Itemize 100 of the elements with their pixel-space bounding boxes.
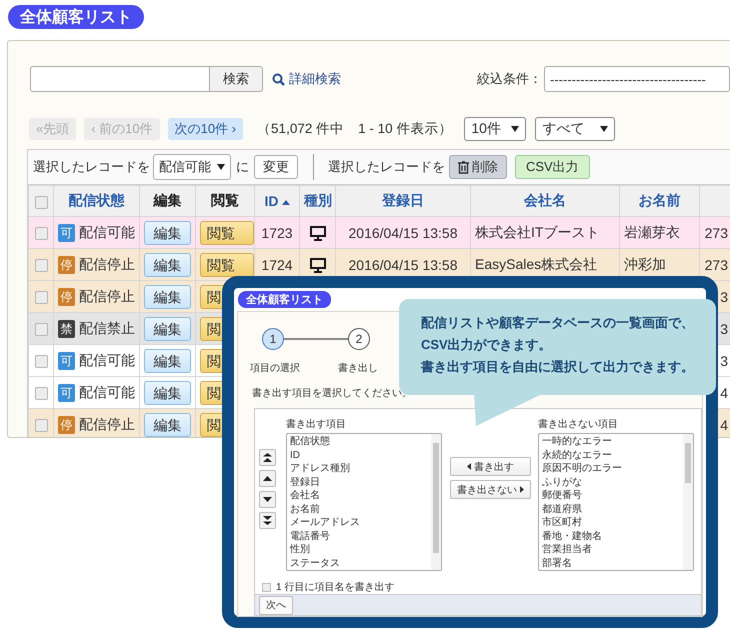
trash-icon (458, 160, 469, 174)
list-item[interactable]: 永続的なエラー (542, 448, 680, 462)
company-cell: EasySales株式会社 (475, 256, 598, 272)
edit-button[interactable]: 編集 (144, 380, 191, 404)
checkbox[interactable] (34, 196, 48, 209)
page-button[interactable]: 次の10件 › (168, 118, 244, 140)
checkbox[interactable] (34, 227, 48, 240)
status-badge: 停 (58, 416, 75, 434)
name-cell: 岩瀬芽衣 (624, 224, 680, 240)
order-button[interactable] (259, 491, 276, 508)
edit-button[interactable]: 編集 (144, 220, 191, 244)
id-cell: 1723 (261, 224, 293, 240)
step-circle: 1 (262, 328, 284, 350)
checkbox[interactable] (34, 355, 48, 368)
callout-text: 配信リストや顧客データベースの一覧画面で、 CSV出力ができます。 書き出す項目を自由に選択して出力できます。 (421, 314, 695, 376)
particle-text: に (236, 158, 249, 176)
column-header[interactable]: お名前 (620, 186, 700, 216)
list-item[interactable]: 性別 (290, 543, 428, 556)
checkbox-label: 1 行目に項目名を書き出す (276, 580, 394, 594)
status-select[interactable]: 配信可能 (153, 154, 231, 180)
column-header[interactable]: 会社名 (470, 186, 620, 216)
list-item[interactable]: ステータス (290, 556, 428, 570)
bulk-label: 選択したレコードを (328, 158, 445, 176)
change-button[interactable]: 変更 (254, 155, 298, 179)
left-triangle-icon (467, 463, 471, 470)
checkbox[interactable] (34, 259, 48, 272)
add-button[interactable]: 書き出す (450, 457, 531, 476)
edit-button[interactable]: 編集 (144, 252, 191, 276)
delete-button[interactable]: 削除 (449, 155, 507, 179)
list-item[interactable]: メールアドレス (290, 516, 428, 530)
item-listbox[interactable]: 一時的なエラー 永続的なエラー 原因不明のエラー ふりがな 郵便番号 都道府県 市区町村 番地・建物名 営業担当者 部署名 (538, 433, 694, 571)
dialog-title: 全体顧客リスト (238, 291, 331, 308)
scope-select[interactable]: すべて (535, 117, 616, 141)
checkbox[interactable] (34, 387, 48, 400)
column-header: 編集 (140, 186, 196, 216)
status-text: 配信可能 (79, 224, 135, 242)
order-button[interactable] (259, 449, 276, 466)
list-item[interactable]: ID (290, 448, 428, 462)
per-page-select[interactable]: 10件 (464, 117, 526, 141)
column-header[interactable]: 種別 (300, 186, 336, 216)
list-item[interactable]: 営業担当者 (542, 543, 680, 556)
checkbox[interactable] (262, 582, 271, 592)
list-item[interactable]: 市区町村 (542, 516, 680, 530)
bulk-label: 選択したレコードを (33, 158, 150, 176)
edit-button[interactable]: 編集 (144, 348, 191, 372)
list-item[interactable]: 登録日 (290, 476, 428, 489)
column-header: 閲覧 (196, 186, 254, 216)
status-text: 配信可能 (79, 352, 135, 370)
list-label: 書き出さない項目 (538, 418, 619, 431)
list-item[interactable]: 電話番号 (290, 530, 428, 543)
table-cell: 3 (720, 352, 728, 368)
list-item[interactable]: 番地・建物名 (542, 530, 680, 543)
checkbox[interactable] (34, 291, 48, 304)
view-button[interactable]: 閲覧 (200, 220, 254, 244)
advanced-search-link[interactable]: 詳細検索 (272, 70, 341, 88)
status-text: 配信停止 (79, 256, 135, 274)
item-listbox[interactable]: 配信状態 ID アドレス種別 登録日 会社名 お名前 メールアドレス 電話番号 性別 ステータス (286, 433, 442, 571)
csv-export-button[interactable]: CSV出力 (515, 155, 590, 179)
list-item[interactable]: 郵便番号 (542, 489, 680, 502)
search-button[interactable]: 検索 (210, 66, 263, 92)
order-button[interactable] (259, 512, 276, 529)
status-text: 配信可能 (79, 384, 135, 402)
view-button[interactable]: 閲覧 (200, 252, 254, 276)
edit-button[interactable]: 編集 (144, 412, 191, 436)
status-badge: 停 (58, 288, 75, 306)
table-cell: 4 (720, 384, 728, 400)
next-button[interactable]: 次へ (259, 596, 293, 614)
move-bottom-icon (263, 516, 272, 525)
column-header[interactable]: 登録日 (336, 186, 470, 216)
list-item[interactable]: 一時的なエラー (542, 435, 680, 448)
search-field[interactable] (30, 66, 210, 92)
status-text: 配信禁止 (79, 320, 135, 338)
list-item[interactable]: 原因不明のエラー (542, 462, 680, 476)
step-circle: 2 (348, 328, 370, 350)
list-item[interactable]: ふりがな (542, 476, 680, 489)
list-item[interactable]: 配信状態 (290, 435, 428, 448)
list-item[interactable]: 会社名 (290, 489, 428, 502)
list-label: 書き出す項目 (286, 418, 347, 431)
edit-button[interactable]: 編集 (144, 316, 191, 340)
right-triangle-icon (520, 486, 524, 493)
list-item[interactable]: 都道府県 (542, 502, 680, 516)
filter-select[interactable]: ------------------------------------ (544, 66, 730, 92)
order-button[interactable] (259, 470, 276, 487)
column-header[interactable]: ID (254, 186, 300, 216)
remove-button[interactable]: 書き出さない (450, 480, 531, 499)
list-item[interactable]: 部署名 (542, 556, 680, 570)
list-item[interactable]: お名前 (290, 502, 428, 516)
table-cell: 273 (704, 224, 728, 240)
edit-button[interactable]: 編集 (144, 284, 191, 308)
list-item[interactable]: アドレス種別 (290, 462, 428, 476)
instruction-text: 書き出す項目を選択してください。 (252, 386, 413, 400)
status-badge: 可 (58, 224, 75, 242)
status-text: 配信停止 (79, 288, 135, 306)
checkbox[interactable] (34, 323, 48, 336)
checkbox[interactable] (34, 419, 48, 432)
id-cell: 1724 (261, 256, 293, 272)
caret-icon (217, 164, 225, 170)
column-header[interactable]: 配信状態 (54, 186, 140, 216)
status-badge: 可 (58, 352, 75, 370)
date-cell: 2016/04/15 13:58 (348, 224, 458, 240)
